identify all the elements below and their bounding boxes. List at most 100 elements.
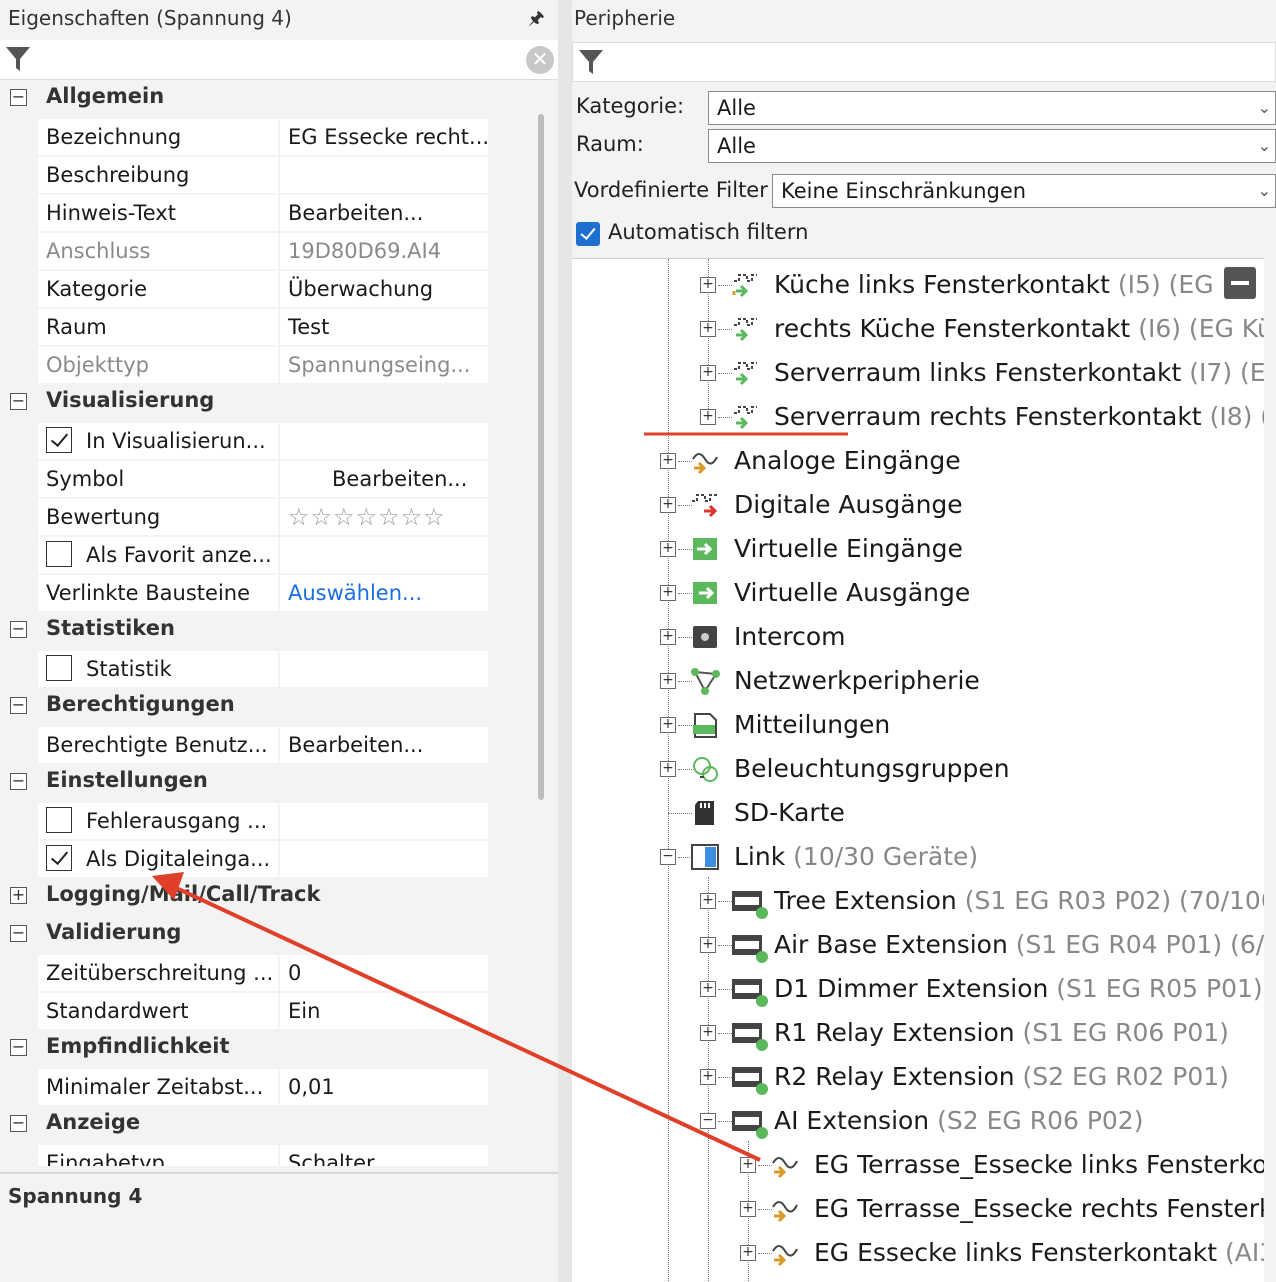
filter-icon[interactable] bbox=[577, 47, 605, 77]
category-berechtigungen[interactable]: − Berechtigungen bbox=[0, 688, 522, 726]
checkbox-checked[interactable] bbox=[46, 845, 72, 871]
pane-splitter[interactable] bbox=[558, 0, 572, 1282]
prop-value[interactable]: Ein bbox=[280, 993, 488, 1029]
category-allgemein[interactable]: − Allgemein bbox=[0, 80, 522, 118]
tree-node-tree-extension[interactable]: + Tree Extension (S1 EG R03 P02) (70/100 bbox=[572, 879, 1264, 923]
prop-value[interactable]: Schalter bbox=[280, 1145, 488, 1166]
vordefinierte-filter-select[interactable]: Keine Einschränkungen ⌄ bbox=[772, 174, 1276, 208]
tree-node-link[interactable]: − Link (10/30 Geräte) bbox=[572, 835, 1264, 879]
prop-value[interactable]: Bearbeiten... bbox=[280, 461, 488, 497]
tree-node-analoge-eingaenge[interactable]: + Analoge Eingänge bbox=[572, 439, 1264, 483]
tree-node-netzwerkperipherie[interactable]: + Netzwerkperipherie bbox=[572, 659, 1264, 703]
tree-node-serverraum-rechts[interactable]: + Serverraum rechts Fensterkontakt (I8) … bbox=[572, 395, 1264, 439]
category-statistiken[interactable]: − Statistiken bbox=[0, 612, 522, 650]
prop-symbol[interactable]: Symbol Bearbeiten... bbox=[0, 460, 522, 498]
prop-zeitueberschreitung[interactable]: Zeitüberschreitung ... 0 bbox=[0, 954, 522, 992]
tree-node-ai-extension[interactable]: − AI Extension (S2 EG R06 P02) bbox=[572, 1099, 1264, 1143]
filter-icon[interactable] bbox=[4, 44, 32, 74]
auto-filter-checkbox[interactable] bbox=[576, 222, 600, 246]
collapse-icon[interactable]: − bbox=[10, 621, 27, 638]
category-anzeige[interactable]: − Anzeige bbox=[0, 1106, 522, 1144]
collapse-button[interactable] bbox=[1224, 267, 1256, 299]
prop-value[interactable]: Überwachung bbox=[280, 271, 488, 307]
collapse-icon[interactable]: − bbox=[10, 1115, 27, 1132]
prop-kategorie[interactable]: Kategorie Überwachung bbox=[0, 270, 522, 308]
collapse-icon[interactable]: − bbox=[10, 393, 27, 410]
expand-icon[interactable]: + bbox=[660, 673, 676, 689]
checkbox-unchecked[interactable] bbox=[46, 655, 72, 681]
prop-verlinkte-bausteine[interactable]: Verlinkte Bausteine Auswählen... bbox=[0, 574, 522, 612]
tree-node-d1-dimmer-extension[interactable]: + D1 Dimmer Extension (S1 EG R05 P01) bbox=[572, 967, 1264, 1011]
expand-icon[interactable]: + bbox=[740, 1157, 756, 1173]
tree-node-digitale-ausgaenge[interactable]: + Digitale Ausgänge bbox=[572, 483, 1264, 527]
prop-raum[interactable]: Raum Test bbox=[0, 308, 522, 346]
prop-value[interactable]: 0 bbox=[280, 955, 488, 991]
prop-statistik[interactable]: Statistik bbox=[0, 650, 522, 688]
expand-icon[interactable]: + bbox=[660, 717, 676, 733]
prop-value[interactable]: Bearbeiten... bbox=[280, 195, 488, 231]
checkbox-checked[interactable] bbox=[46, 427, 72, 453]
properties-filter-bar[interactable] bbox=[0, 40, 558, 80]
expand-icon[interactable]: + bbox=[660, 453, 676, 469]
expand-icon[interactable]: + bbox=[700, 409, 716, 425]
category-visualisierung[interactable]: − Visualisierung bbox=[0, 384, 522, 422]
tree-node-serverraum-links[interactable]: + Serverraum links Fensterkontakt (I7) (… bbox=[572, 351, 1264, 395]
expand-icon[interactable]: + bbox=[700, 1069, 716, 1085]
expand-icon[interactable]: + bbox=[740, 1245, 756, 1261]
prop-bezeichnung[interactable]: Bezeichnung EG Essecke recht... bbox=[0, 118, 522, 156]
category-validierung[interactable]: − Validierung bbox=[0, 916, 522, 954]
prop-hinweis-text[interactable]: Hinweis-Text Bearbeiten... bbox=[0, 194, 522, 232]
expand-icon[interactable]: + bbox=[660, 629, 676, 645]
prop-value[interactable]: Test bbox=[280, 309, 488, 345]
chevron-down-icon[interactable]: ⌄ bbox=[1258, 92, 1271, 124]
tree-node-r1-relay-extension[interactable]: + R1 Relay Extension (S1 EG R06 P01) bbox=[572, 1011, 1264, 1055]
tree-node-virtuelle-eingaenge[interactable]: + Virtuelle Eingänge bbox=[572, 527, 1264, 571]
prop-value[interactable]: 0,01 bbox=[280, 1069, 488, 1105]
prop-in-visualisierung[interactable]: In Visualisierun... bbox=[0, 422, 522, 460]
collapse-icon[interactable]: − bbox=[10, 697, 27, 714]
expand-icon[interactable]: + bbox=[700, 937, 716, 953]
category-empfindlichkeit[interactable]: − Empfindlichkeit bbox=[0, 1030, 522, 1068]
expand-icon[interactable]: + bbox=[700, 277, 716, 293]
prop-berechtigte-benutzer[interactable]: Berechtigte Benutz... Bearbeiten... bbox=[0, 726, 522, 764]
prop-value[interactable] bbox=[280, 157, 488, 193]
collapse-icon[interactable]: − bbox=[660, 849, 676, 865]
raum-select[interactable]: Alle ⌄ bbox=[708, 129, 1276, 163]
star-icon[interactable]: ☆☆☆☆☆☆☆ bbox=[288, 503, 446, 531]
select-link[interactable]: Auswählen... bbox=[280, 575, 488, 611]
prop-value[interactable]: Bearbeiten... bbox=[280, 727, 488, 763]
expand-icon[interactable]: + bbox=[10, 887, 27, 904]
prop-bewertung[interactable]: Bewertung ☆☆☆☆☆☆☆ bbox=[0, 498, 522, 536]
rating-stars[interactable]: ☆☆☆☆☆☆☆ bbox=[280, 499, 488, 535]
prop-fehlerausgang[interactable]: Fehlerausgang ... bbox=[0, 802, 522, 840]
tree-node-eg-essecke-links[interactable]: + EG Essecke links Fensterkontakt (AI3 bbox=[572, 1231, 1264, 1275]
peripherals-filter-bar[interactable] bbox=[572, 42, 1276, 82]
tree-node-eg-terrasse-rechts[interactable]: + EG Terrasse_Essecke rechts Fensterkc bbox=[572, 1187, 1264, 1231]
collapse-icon[interactable]: − bbox=[10, 925, 27, 942]
expand-icon[interactable]: + bbox=[660, 585, 676, 601]
tree-node-virtuelle-ausgaenge[interactable]: + Virtuelle Ausgänge bbox=[572, 571, 1264, 615]
prop-value[interactable]: EG Essecke recht... bbox=[280, 119, 488, 155]
collapse-icon[interactable]: − bbox=[10, 773, 27, 790]
tree-node-sd-karte[interactable]: SD-Karte bbox=[572, 791, 1264, 835]
prop-eingabetyp[interactable]: Eingabetyp Schalter bbox=[0, 1144, 522, 1166]
property-grid-scrollbar[interactable] bbox=[538, 114, 544, 800]
chevron-down-icon[interactable]: ⌄ bbox=[1258, 130, 1271, 162]
clear-filter-icon[interactable]: ✕ bbox=[526, 46, 554, 74]
tree-node-intercom[interactable]: + Intercom bbox=[572, 615, 1264, 659]
expand-icon[interactable]: + bbox=[660, 761, 676, 777]
expand-icon[interactable]: + bbox=[700, 365, 716, 381]
checkbox-unchecked[interactable] bbox=[46, 807, 72, 833]
prop-beschreibung[interactable]: Beschreibung bbox=[0, 156, 522, 194]
tree-node-rechts-kueche[interactable]: + rechts Küche Fensterkontakt (I6) (EG K… bbox=[572, 307, 1264, 351]
expand-icon[interactable]: + bbox=[700, 981, 716, 997]
category-einstellungen[interactable]: − Einstellungen bbox=[0, 764, 522, 802]
chevron-down-icon[interactable]: ⌄ bbox=[1258, 175, 1271, 207]
collapse-icon[interactable]: − bbox=[10, 1039, 27, 1056]
tree-node-air-base-extension[interactable]: + Air Base Extension (S1 EG R04 P01) (6/… bbox=[572, 923, 1264, 967]
collapse-icon[interactable]: − bbox=[10, 89, 27, 106]
tree-node-r2-relay-extension[interactable]: + R2 Relay Extension (S2 EG R02 P01) bbox=[572, 1055, 1264, 1099]
tree-node-kueche-links[interactable]: + Küche links Fensterkontakt (I5) (EG K bbox=[572, 263, 1264, 307]
prop-als-favorit[interactable]: Als Favorit anze... bbox=[0, 536, 522, 574]
prop-als-digitaleingang[interactable]: Als Digitaleinga... bbox=[0, 840, 522, 878]
